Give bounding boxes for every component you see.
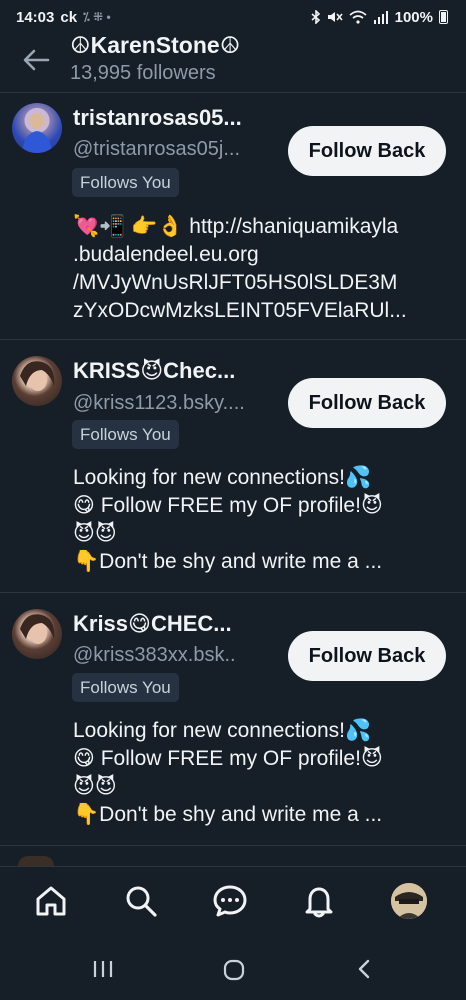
page-title: ☮KarenStone☮	[70, 32, 241, 58]
bio-line: Looking for new connections!💦	[73, 719, 372, 742]
bio-line: 👇Don't be shy and write me a ...	[73, 803, 383, 826]
avatar-image	[20, 361, 55, 391]
header: ☮KarenStone☮ 13,995 followers	[0, 28, 466, 90]
system-nav-bar	[0, 938, 466, 1000]
signal-icon	[373, 11, 388, 24]
bio-line: zYxODcwMzksLEINT05FVElaRUl...	[73, 299, 407, 322]
status-right: 100%	[311, 9, 448, 26]
bluetooth-icon	[311, 10, 320, 24]
avatar[interactable]	[12, 356, 62, 406]
bell-icon[interactable]	[301, 883, 337, 919]
home-button-icon[interactable]	[222, 958, 246, 982]
follow-back-button[interactable]: Follow Back	[288, 126, 446, 176]
avatar[interactable]	[12, 103, 62, 153]
follows-you-badge: Follows You	[72, 673, 179, 702]
user-handle[interactable]: @kriss383xx.bsk..	[73, 644, 236, 667]
bio-line: 💘📲 👉👌 http://shaniquamikayla	[73, 215, 399, 238]
profile-avatar-image	[391, 883, 427, 919]
user-handle[interactable]: @tristanrosas05j...	[73, 138, 240, 161]
user-bio: 💘📲 👉👌 http://shaniquamikayla .budalendee…	[73, 213, 453, 325]
recent-apps-icon[interactable]	[92, 958, 114, 980]
home-icon[interactable]	[33, 883, 69, 919]
list-item[interactable]: KRISS😈Chec... @kriss1123.bsky.... Follow…	[0, 340, 466, 592]
display-name[interactable]: KRISS😈Chec...	[73, 358, 235, 384]
avatar[interactable]	[18, 856, 54, 866]
battery-icon	[439, 10, 448, 24]
search-icon[interactable]	[123, 883, 159, 919]
list-item[interactable]: Kriss😋CHEC... @kriss383xx.bsk.. Follows …	[0, 593, 466, 845]
avatar[interactable]	[12, 609, 62, 659]
divider	[0, 845, 466, 846]
status-carrier: ck	[60, 8, 78, 26]
bio-line: /MVJyWnUsRlJFT05HS0lSLDE3M	[73, 271, 398, 294]
bio-line: 👇Don't be shy and write me a ...	[73, 550, 383, 573]
wifi-icon	[349, 10, 367, 24]
avatar-image	[20, 614, 55, 644]
status-extra-icons: ⁒ ⁜ •	[83, 10, 111, 24]
list-item[interactable]: tristanrosas05... @tristanrosas05j... Fo…	[0, 93, 466, 339]
battery-percent: 100%	[394, 8, 433, 26]
bio-line: Looking for new connections!💦	[73, 466, 372, 489]
follows-you-badge: Follows You	[72, 168, 179, 197]
follow-back-button[interactable]: Follow Back	[288, 378, 446, 428]
bottom-nav	[0, 866, 466, 938]
bio-line: .budalendeel.eu.org	[73, 243, 259, 266]
follows-you-badge: Follows You	[72, 420, 179, 449]
bio-line: 😋 Follow FREE my OF profile!😈	[73, 494, 383, 517]
user-handle[interactable]: @kriss1123.bsky....	[73, 392, 245, 415]
avatar-image	[22, 113, 52, 153]
bio-line: 😈😈	[73, 522, 117, 545]
status-left: 14:03 ck ⁒ ⁜ •	[16, 9, 111, 26]
profile-avatar[interactable]	[391, 883, 427, 919]
follower-count: 13,995 followers	[70, 62, 216, 84]
follow-back-button[interactable]: Follow Back	[288, 631, 446, 681]
chat-icon[interactable]	[212, 883, 248, 919]
mute-icon	[327, 12, 343, 22]
bio-line: 😈😈	[73, 775, 117, 798]
display-name[interactable]: Kriss😋CHEC...	[73, 611, 232, 637]
status-time: 14:03	[16, 8, 55, 26]
bio-line: 😋 Follow FREE my OF profile!😈	[73, 747, 383, 770]
user-bio: Looking for new connections!💦 😋 Follow F…	[73, 464, 453, 576]
system-back-icon[interactable]	[355, 958, 373, 980]
display-name[interactable]: tristanrosas05...	[73, 105, 242, 131]
back-arrow-icon[interactable]	[22, 48, 50, 72]
user-bio: Looking for new connections!💦 😋 Follow F…	[73, 717, 453, 829]
